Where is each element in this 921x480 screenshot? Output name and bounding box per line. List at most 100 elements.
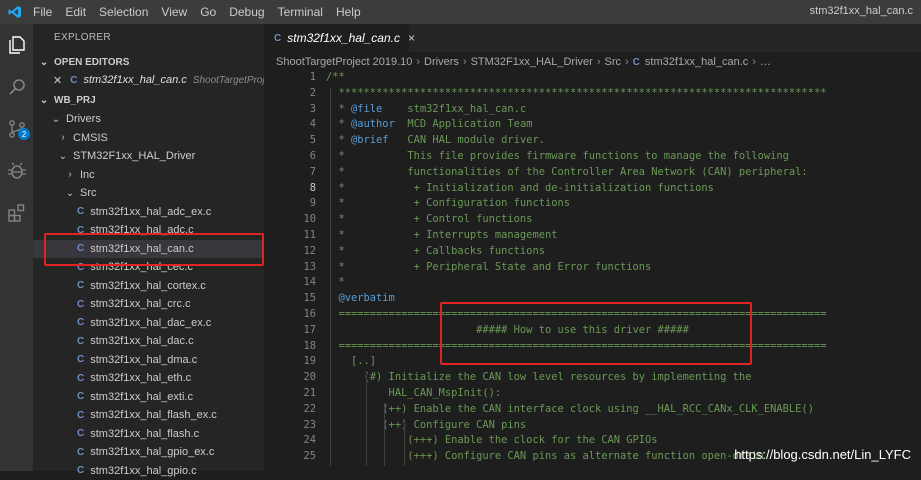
breadcrumb-item[interactable]: stm32f1xx_hal_can.c bbox=[645, 56, 748, 68]
vscode-logo-icon bbox=[8, 6, 21, 18]
tree-file[interactable]: Cstm32f1xx_hal_flash_ex.c bbox=[33, 406, 264, 424]
c-file-icon: C bbox=[77, 354, 85, 365]
chevron-right-icon: › bbox=[596, 56, 601, 68]
project-section[interactable]: ⌄ WB_PRJ bbox=[33, 91, 264, 109]
code-text: * @file stm32f1xx_hal_can.c bbox=[326, 102, 527, 115]
tree-file[interactable]: Cstm32f1xx_hal_dac.c bbox=[33, 332, 264, 350]
breadcrumb-item[interactable]: Src bbox=[605, 56, 622, 68]
tree-file[interactable]: Cstm32f1xx_hal_cortex.c bbox=[33, 277, 264, 295]
code-text: (++) Configure CAN pins bbox=[326, 418, 527, 431]
highlight-box-heading bbox=[440, 302, 752, 365]
code-text: * + Initialization and de-initialization… bbox=[326, 181, 714, 194]
breadcrumb-item[interactable]: STM32F1xx_HAL_Driver bbox=[471, 56, 593, 68]
breadcrumb-item[interactable]: Drivers bbox=[424, 56, 459, 68]
line-number: 1 bbox=[309, 71, 316, 83]
code-text: (++) Enable the CAN interface clock usin… bbox=[326, 402, 814, 415]
tree-folder[interactable]: ⌄ Drivers bbox=[33, 110, 264, 128]
line-number: 9 bbox=[309, 197, 316, 210]
indent-guide bbox=[330, 86, 331, 308]
code-text: (+++) Configure CAN pins as alternate fu… bbox=[326, 450, 764, 463]
menu-bar: File Edit Selection View Go Debug Termin… bbox=[33, 0, 374, 24]
tree-folder[interactable]: › CMSIS bbox=[33, 129, 264, 147]
menu-terminal[interactable]: Terminal bbox=[278, 5, 323, 19]
line-number: 3 bbox=[309, 102, 316, 115]
menu-edit[interactable]: Edit bbox=[65, 5, 86, 19]
indent-guide bbox=[404, 418, 405, 466]
close-icon[interactable]: × bbox=[408, 31, 415, 45]
tree-file[interactable]: Cstm32f1xx_hal_crc.c bbox=[33, 295, 264, 313]
code-text: * functionalities of the Controller Area… bbox=[326, 165, 808, 178]
breadcrumb-item[interactable]: ShootTargetProject 2019.10 bbox=[276, 56, 412, 68]
menu-help[interactable]: Help bbox=[336, 5, 361, 19]
tree-file[interactable]: Cstm32f1xx_hal_eth.c bbox=[33, 369, 264, 387]
search-activity-button[interactable] bbox=[0, 70, 33, 104]
chevron-right-icon: › bbox=[416, 56, 421, 68]
close-icon[interactable]: ✕ bbox=[53, 74, 62, 87]
tree-item-label: stm32f1xx_hal_flash.c bbox=[90, 427, 200, 440]
tab-stm32f1xx-hal-can[interactable]: C stm32f1xx_hal_can.c × bbox=[264, 24, 415, 52]
code-text: * This file provides firmware functions … bbox=[326, 150, 789, 162]
menu-debug[interactable]: Debug bbox=[229, 5, 264, 19]
code-line: 2 **************************************… bbox=[264, 87, 921, 103]
chevron-right-icon: › bbox=[625, 56, 629, 68]
tree-item-label: Src bbox=[80, 187, 97, 199]
code-line: 22 (++) Enable the CAN interface clock u… bbox=[264, 403, 921, 419]
tree-item-label: stm32f1xx_hal_crc.c bbox=[90, 298, 191, 310]
line-number: 18 bbox=[303, 339, 316, 352]
code-line: 11 * + Interrupts management bbox=[264, 229, 921, 245]
code-text: * + Peripheral State and Error functions bbox=[326, 260, 652, 273]
code-text: ****************************************… bbox=[326, 86, 827, 99]
bug-icon bbox=[7, 162, 26, 179]
open-editor-item[interactable]: ✕ C stm32f1xx_hal_can.c ShootTargetProj.… bbox=[33, 71, 273, 89]
tree-folder[interactable]: ⌄ STM32F1xx_HAL_Driver bbox=[33, 147, 264, 165]
breadcrumb-item[interactable]: … bbox=[760, 56, 771, 68]
tree-file[interactable]: Cstm32f1xx_hal_dma.c bbox=[33, 351, 264, 369]
chevron-down-icon: ⌄ bbox=[65, 187, 75, 199]
line-number: 16 bbox=[303, 308, 316, 320]
c-file-icon: C bbox=[77, 391, 85, 402]
tree-file[interactable]: Cstm32f1xx_hal_dac_ex.c bbox=[33, 314, 264, 332]
c-file-icon: C bbox=[77, 317, 85, 328]
tree-file[interactable]: Cstm32f1xx_hal_exti.c bbox=[33, 388, 264, 406]
indent-guide bbox=[366, 371, 367, 466]
tree-file[interactable]: Cstm32f1xx_hal_flash.c bbox=[33, 425, 264, 443]
tree-file[interactable]: Cstm32f1xx_hal_adc_ex.c bbox=[33, 203, 264, 221]
line-number: 19 bbox=[303, 355, 316, 368]
menu-go[interactable]: Go bbox=[200, 5, 216, 19]
chevron-right-icon: › bbox=[462, 56, 467, 68]
debug-activity-button[interactable] bbox=[0, 154, 33, 188]
tree-item-label: stm32f1xx_hal_flash_ex.c bbox=[90, 409, 217, 421]
code-line: 5 * @brief CAN HAL module driver. bbox=[264, 134, 921, 150]
tree-folder[interactable]: ⌄ Src bbox=[33, 184, 264, 202]
explorer-activity-button[interactable] bbox=[0, 28, 33, 62]
tree-folder[interactable]: › Inc bbox=[33, 166, 264, 184]
chevron-right-icon: › bbox=[68, 169, 72, 180]
line-number: 20 bbox=[303, 371, 316, 384]
line-number: 6 bbox=[309, 150, 316, 162]
line-number: 15 bbox=[303, 292, 316, 305]
scm-badge: 2 bbox=[18, 128, 30, 140]
code-text: * + Control functions bbox=[326, 213, 533, 226]
code-line: 20 (#) Initialize the CAN low level reso… bbox=[264, 371, 921, 387]
menu-file[interactable]: File bbox=[33, 5, 52, 19]
source-control-activity-button[interactable]: 2 bbox=[0, 112, 33, 146]
extensions-activity-button[interactable] bbox=[0, 196, 33, 230]
line-number: 22 bbox=[303, 402, 316, 415]
c-file-icon: C bbox=[77, 446, 85, 458]
code-line: 4 * @author MCD Application Team bbox=[264, 118, 921, 134]
code-line: 10 * + Control functions bbox=[264, 213, 921, 229]
search-icon bbox=[8, 79, 25, 95]
code-line: 14 * bbox=[264, 276, 921, 292]
activity-bar: 2 bbox=[0, 24, 33, 471]
tab-label: stm32f1xx_hal_can.c bbox=[287, 31, 400, 45]
code-text: * + Interrupts management bbox=[326, 229, 558, 241]
open-editors-section[interactable]: ⌄ OPEN EDITORS bbox=[33, 53, 264, 71]
c-file-icon: C bbox=[77, 206, 85, 217]
tree-file[interactable]: Cstm32f1xx_hal_gpio_ex.c bbox=[33, 443, 264, 461]
line-number: 2 bbox=[309, 86, 316, 99]
menu-selection[interactable]: Selection bbox=[99, 5, 148, 19]
menu-view[interactable]: View bbox=[161, 5, 187, 19]
c-file-icon: C bbox=[274, 32, 282, 44]
code-line: 12 * + Callbacks functions bbox=[264, 245, 921, 261]
line-number: 7 bbox=[309, 165, 316, 178]
